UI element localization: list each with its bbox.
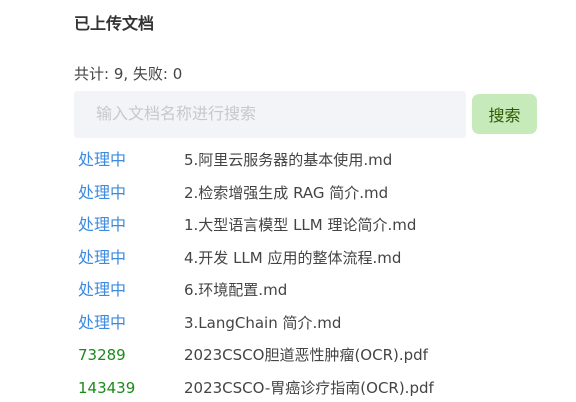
- document-row[interactable]: 处理中 1.大型语言模型 LLM 理论简介.md: [0, 211, 576, 239]
- document-status: 处理中: [78, 280, 127, 299]
- document-row[interactable]: 处理中 5.阿里云服务器的基本使用.md: [0, 146, 576, 174]
- document-status: 处理中: [78, 312, 127, 332]
- document-name[interactable]: 6.环境配置.md: [184, 276, 287, 304]
- document-status: 73289: [78, 346, 126, 364]
- document-name[interactable]: 2023CSCO胆道恶性肿瘤(OCR).pdf: [184, 341, 428, 369]
- document-status: 处理中: [78, 215, 127, 234]
- document-row[interactable]: 处理中 3.LangChain 简介.md: [0, 309, 576, 337]
- document-name[interactable]: 3.LangChain 简介.md: [184, 309, 341, 337]
- document-row[interactable]: 143439 2023CSCO-胃癌诊疗指南(OCR).pdf: [0, 374, 576, 402]
- document-row[interactable]: 处理中 4.开发 LLM 应用的整体流程.md: [0, 244, 576, 272]
- document-row[interactable]: 73289 2023CSCO胆道恶性肿瘤(OCR).pdf: [0, 341, 576, 369]
- search-input[interactable]: [74, 91, 466, 138]
- document-name[interactable]: 2023CSCO-胃癌诊疗指南(OCR).pdf: [184, 374, 434, 402]
- document-name[interactable]: 5.阿里云服务器的基本使用.md: [184, 146, 392, 174]
- search-button[interactable]: 搜索: [472, 94, 537, 134]
- document-row[interactable]: 处理中 6.环境配置.md: [0, 276, 576, 304]
- document-status: 处理中: [78, 247, 127, 267]
- page-title: 已上传文档: [74, 14, 155, 33]
- document-name[interactable]: 4.开发 LLM 应用的整体流程.md: [184, 244, 401, 272]
- document-stats: 共计: 9, 失败: 0: [74, 65, 183, 83]
- document-name[interactable]: 2.检索增强生成 RAG 简介.md: [184, 179, 388, 207]
- document-status: 处理中: [78, 150, 127, 169]
- document-status: 处理中: [78, 182, 127, 202]
- document-row[interactable]: 处理中 2.检索增强生成 RAG 简介.md: [0, 179, 576, 207]
- document-name[interactable]: 1.大型语言模型 LLM 理论简介.md: [184, 211, 416, 239]
- document-status: 143439: [78, 378, 136, 397]
